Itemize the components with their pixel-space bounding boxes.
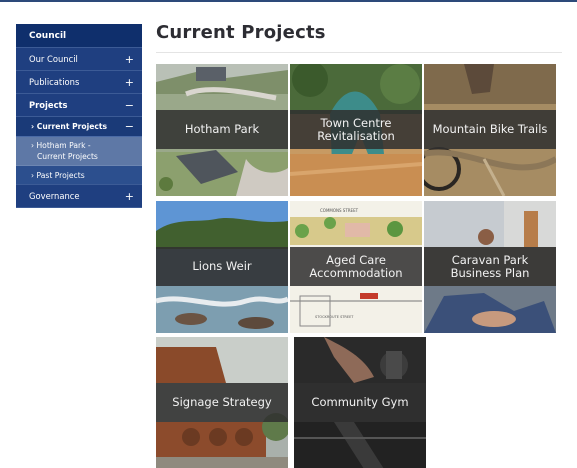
project-tile-signage[interactable]: Signage Strategy [156, 337, 288, 468]
sidebar-item-label-line1: Hotham Park - [36, 141, 91, 150]
project-tile-town-centre[interactable]: Town Centre Revitalisation [290, 64, 422, 196]
sidebar-subitem-past-projects[interactable]: › Past Projects [16, 166, 142, 185]
sidebar-item-projects[interactable]: Projects − [16, 94, 142, 117]
chevron-right-icon: › [31, 171, 35, 180]
expand-plus-icon[interactable]: + [125, 71, 134, 94]
tile-label: Town Centre Revitalisation [290, 110, 422, 149]
project-tile-community-gym[interactable]: Community Gym [294, 337, 426, 468]
sidebar-item-label-line2: Current Projects [37, 151, 98, 161]
project-tile-aged-care[interactable]: COMMONS STREET STOCKROUTE STREET Aged Ca… [290, 201, 422, 333]
project-tile-lions-weir[interactable]: Lions Weir [156, 201, 288, 333]
sidebar-item-label: Current Projects [36, 122, 108, 131]
chevron-right-icon: › [31, 141, 35, 150]
sidebar-item-label: Governance [29, 191, 80, 201]
sidebar-item-label: Publications [29, 77, 80, 87]
sidebar-item-label: Our Council [29, 54, 78, 64]
page-title: Current Projects [156, 22, 326, 43]
tile-label: Community Gym [294, 383, 426, 422]
sidebar-item-label: Projects [29, 100, 68, 110]
tile-label: Signage Strategy [156, 383, 288, 422]
expand-plus-icon[interactable]: + [125, 185, 134, 208]
sidebar-item-governance[interactable]: Governance + [16, 185, 142, 208]
plan-street-label-bottom: STOCKROUTE STREET [315, 315, 354, 319]
sidebar-subitem-current-projects[interactable]: › Current Projects − [16, 117, 142, 137]
project-tile-mountain-bike[interactable]: Mountain Bike Trails [424, 64, 556, 196]
sidebar-item-our-council[interactable]: Our Council + [16, 48, 142, 71]
project-tile-hotham-park[interactable]: Hotham Park [156, 64, 288, 196]
project-tile-caravan-park[interactable]: Caravan Park Business Plan [424, 201, 556, 333]
sidebar-item-label: Past Projects [36, 171, 85, 180]
tile-label: Mountain Bike Trails [424, 110, 556, 149]
chevron-right-icon: › [31, 122, 35, 131]
tile-label: Hotham Park [156, 110, 288, 149]
collapse-minus-icon[interactable]: − [125, 117, 134, 137]
plan-street-label-top: COMMONS STREET [320, 208, 359, 213]
tile-label: Lions Weir [156, 247, 288, 286]
sidebar-nav: Council Our Council + Publications + Pro… [16, 24, 142, 208]
tile-label: Aged Care Accommodation [290, 247, 422, 286]
sidebar-header-council[interactable]: Council [16, 24, 142, 48]
title-divider [156, 52, 562, 53]
sidebar-subitem-hotham-park[interactable]: › Hotham Park - Current Projects [16, 137, 142, 166]
collapse-minus-icon[interactable]: − [125, 94, 134, 117]
sidebar-item-publications[interactable]: Publications + [16, 71, 142, 94]
expand-plus-icon[interactable]: + [125, 48, 134, 71]
tile-label: Caravan Park Business Plan [424, 247, 556, 286]
top-border [0, 0, 577, 2]
